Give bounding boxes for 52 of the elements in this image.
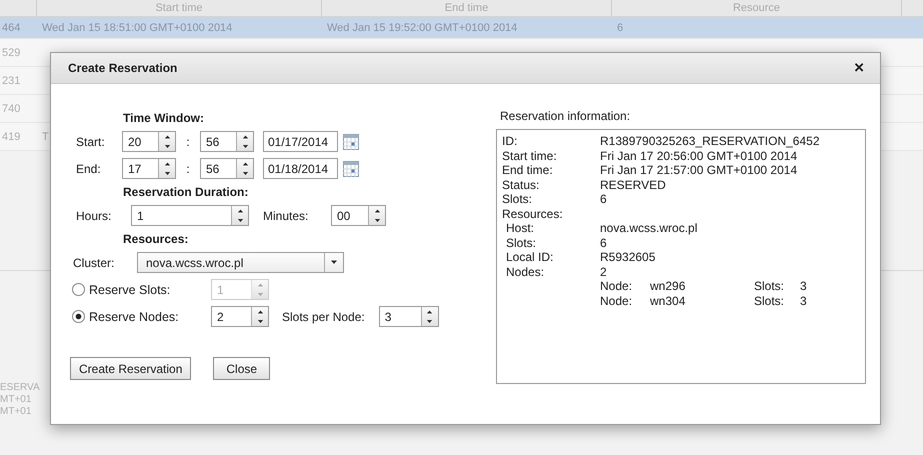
info-label: Status: [502,178,540,192]
info-value: R1389790325263_RESERVATION_6452 [600,134,820,148]
info-value: 6 [600,236,607,250]
info-label: End time: [502,163,554,178]
field-label: Cluster: [72,256,116,270]
section-heading: Reservation Duration: [123,184,250,201]
info-label: Nodes: [506,264,546,279]
info-value: 2 [600,264,607,279]
info-label: Local ID: [506,250,554,264]
info-label: Host: [506,221,536,236]
time-separator: : [185,162,191,176]
table-cell: T [42,130,49,142]
info-value: 3 [800,279,807,294]
field-label: Hours: [75,208,112,222]
info-label: Slots: [506,236,538,250]
section-heading: Time Window: [123,110,205,127]
info-label: Resources: [502,206,564,221]
info-value: wn296 [650,279,686,294]
info-value: Fri Jan 17 21:57:00 GMT+0100 2014 [600,163,798,178]
info-value: 6 [600,192,607,206]
table-cell: Wed Jan 15 19:52:00 GMT+0100 2014 [327,22,518,34]
table-cell: 6 [617,22,624,34]
info-label: Slots: [502,192,534,206]
field-label: Slots per Node: [281,310,366,324]
table-cell: MT+01 [0,406,32,418]
table-cell-text: 231 [1,74,22,88]
info-value: RESERVED [600,178,666,192]
field-label: End: [75,162,102,176]
info-label: ID: [502,134,518,148]
dialog-title: Create Reservation [68,61,178,75]
table-cell: Wed Jan 15 18:51:00 GMT+0100 2014 [42,22,232,34]
table-cell: MT+01 [0,394,32,406]
info-label: Node: [600,279,634,294]
field-label: Minutes: [262,208,310,222]
table-cell: ESERVA [0,382,40,394]
table-cell-text: 529 [1,46,22,60]
info-label: Node: [600,294,634,308]
section-heading: Reservation information: [500,109,632,124]
info-value: nova.wcss.wroc.pl [600,221,698,236]
info-value: R5932605 [600,250,656,264]
info-label: Slots: [754,279,786,294]
info-label: Start time: [502,148,558,163]
section-heading: Resources: [123,231,190,248]
info-value: Fri Jan 17 20:56:00 GMT+0100 2014 [600,148,798,163]
info-label: Slots: [754,294,786,308]
table-cell-text: 419 [1,130,22,144]
info-value: wn304 [650,294,686,308]
field-label: Start: [75,134,106,148]
time-separator: : [185,134,191,148]
table-cell-text: 740 [1,102,22,116]
info-value: 3 [800,294,807,308]
table-cell-text: 464 [1,20,22,36]
